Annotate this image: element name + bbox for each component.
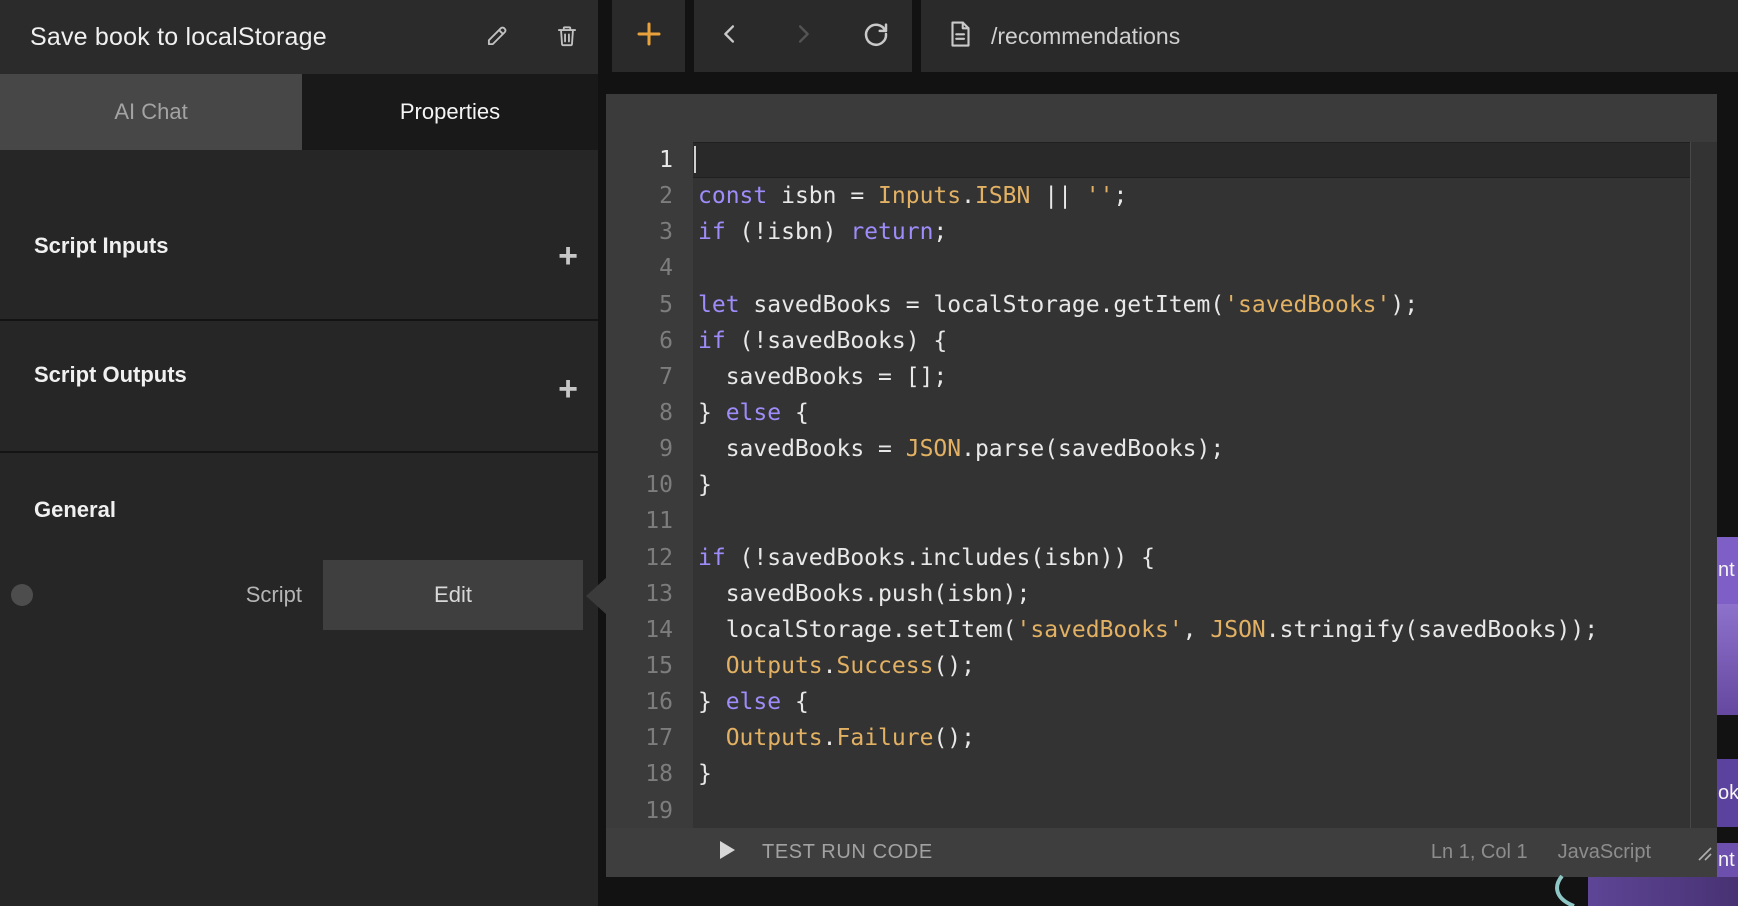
- code-line[interactable]: if (!savedBooks.includes(isbn)) {: [693, 540, 1717, 576]
- line-number: 17: [606, 720, 693, 756]
- code-editor-popover: 12345678910111213141516171819 const isbn…: [606, 94, 1717, 877]
- editor-status-bar: TEST RUN CODE Ln 1, Col 1 JavaScript: [606, 828, 1717, 877]
- forward-button[interactable]: [786, 19, 820, 53]
- delete-button[interactable]: [553, 24, 581, 52]
- code-line[interactable]: if (!savedBooks) {: [693, 323, 1717, 359]
- toolbar-url-tile: /recommendations: [921, 0, 1738, 72]
- page-button-fragment[interactable]: nt: [1717, 843, 1738, 877]
- run-code-button[interactable]: [718, 843, 736, 863]
- properties-sidebar: Save book to localStorage: [0, 0, 598, 906]
- script-outputs-heading: Script Outputs: [34, 362, 187, 388]
- add-page-button[interactable]: [632, 19, 666, 53]
- line-number: 7: [606, 359, 693, 395]
- refresh-button[interactable]: [859, 19, 893, 53]
- add-script-output-button[interactable]: +: [551, 374, 585, 408]
- line-number: 18: [606, 756, 693, 792]
- resize-handle-icon[interactable]: [1695, 844, 1713, 862]
- button-text-fragment: nt: [1718, 849, 1735, 872]
- sidebar-tabs: AI Chat Properties: [0, 74, 598, 150]
- code-line[interactable]: savedBooks = [];: [693, 359, 1717, 395]
- chevron-right-icon: [789, 20, 817, 53]
- line-number: 10: [606, 467, 693, 503]
- code-line[interactable]: Outputs.Success();: [693, 648, 1717, 684]
- page-button-fragment[interactable]: nt: [1717, 537, 1738, 604]
- line-number: 4: [606, 250, 693, 286]
- page-card-fragment: [1588, 877, 1738, 906]
- add-script-input-button[interactable]: +: [551, 241, 585, 275]
- language-status: JavaScript: [1558, 841, 1651, 864]
- line-number: 12: [606, 540, 693, 576]
- code-line[interactable]: const isbn = Inputs.ISBN || '';: [693, 178, 1717, 214]
- decorative-curve: [1545, 875, 1605, 906]
- tab-ai-chat[interactable]: AI Chat: [0, 74, 302, 150]
- code-line[interactable]: [693, 142, 1717, 178]
- code-line[interactable]: Outputs.Failure();: [693, 720, 1717, 756]
- line-number: 13: [606, 576, 693, 612]
- app-window: Save book to localStorage: [0, 0, 1738, 906]
- page-icon: [945, 19, 975, 54]
- line-number: 9: [606, 431, 693, 467]
- code-line[interactable]: [693, 250, 1717, 286]
- toolbar-nav-tile: [694, 0, 912, 72]
- line-number: 1: [606, 142, 693, 178]
- page-button-fragment[interactable]: ok: [1717, 759, 1738, 827]
- edit-script-button[interactable]: Edit: [323, 560, 583, 630]
- current-page-path[interactable]: /recommendations: [991, 23, 1180, 50]
- pencil-icon: [484, 23, 510, 54]
- back-button[interactable]: [713, 19, 747, 53]
- page-selector-button[interactable]: [943, 19, 977, 53]
- line-number: 8: [606, 395, 693, 431]
- toolbar-add-tile: [612, 0, 685, 72]
- cursor-position-status: Ln 1, Col 1: [1431, 841, 1528, 864]
- code-lines[interactable]: const isbn = Inputs.ISBN || '';if (!isbn…: [693, 142, 1717, 829]
- code-line[interactable]: }: [693, 467, 1717, 503]
- script-field-label: Script: [152, 582, 302, 608]
- code-line[interactable]: savedBooks = JSON.parse(savedBooks);: [693, 431, 1717, 467]
- page-title: Save book to localStorage: [30, 23, 327, 52]
- code-line[interactable]: let savedBooks = localStorage.getItem('s…: [693, 287, 1717, 323]
- section-divider: [0, 451, 598, 453]
- popover-arrow: [586, 578, 606, 614]
- gutter: 12345678910111213141516171819: [606, 142, 693, 829]
- chevron-left-icon: [716, 20, 744, 53]
- page-element-fragment[interactable]: [1717, 604, 1738, 715]
- play-icon: [718, 840, 736, 865]
- line-number: 15: [606, 648, 693, 684]
- code-line[interactable]: [693, 793, 1717, 829]
- text-cursor: [694, 146, 696, 173]
- line-number: 11: [606, 503, 693, 539]
- trash-icon: [554, 23, 580, 54]
- plus-icon: [634, 19, 664, 54]
- code-line[interactable]: } else {: [693, 684, 1717, 720]
- sidebar-header: Save book to localStorage: [0, 0, 598, 76]
- test-run-code-label[interactable]: TEST RUN CODE: [762, 841, 933, 864]
- status-right-group: Ln 1, Col 1 JavaScript: [1431, 841, 1717, 864]
- button-text-fragment: ok: [1718, 782, 1738, 805]
- code-line[interactable]: localStorage.setItem('savedBooks', JSON.…: [693, 612, 1717, 648]
- line-number: 16: [606, 684, 693, 720]
- line-number: 5: [606, 287, 693, 323]
- code-line[interactable]: }: [693, 756, 1717, 792]
- code-line[interactable]: } else {: [693, 395, 1717, 431]
- line-number: 3: [606, 214, 693, 250]
- binding-dot-icon: [11, 584, 33, 606]
- code-line[interactable]: [693, 503, 1717, 539]
- line-number: 14: [606, 612, 693, 648]
- line-number: 19: [606, 793, 693, 829]
- code-line[interactable]: savedBooks.push(isbn);: [693, 576, 1717, 612]
- script-inputs-heading: Script Inputs: [34, 233, 168, 259]
- section-divider: [0, 319, 598, 321]
- rename-button[interactable]: [483, 24, 511, 52]
- code-line[interactable]: if (!isbn) return;: [693, 214, 1717, 250]
- button-text-fragment: nt: [1718, 559, 1735, 582]
- line-number: 6: [606, 323, 693, 359]
- line-number: 2: [606, 178, 693, 214]
- refresh-icon: [861, 19, 891, 54]
- general-heading: General: [34, 497, 116, 523]
- tab-properties[interactable]: Properties: [302, 74, 598, 150]
